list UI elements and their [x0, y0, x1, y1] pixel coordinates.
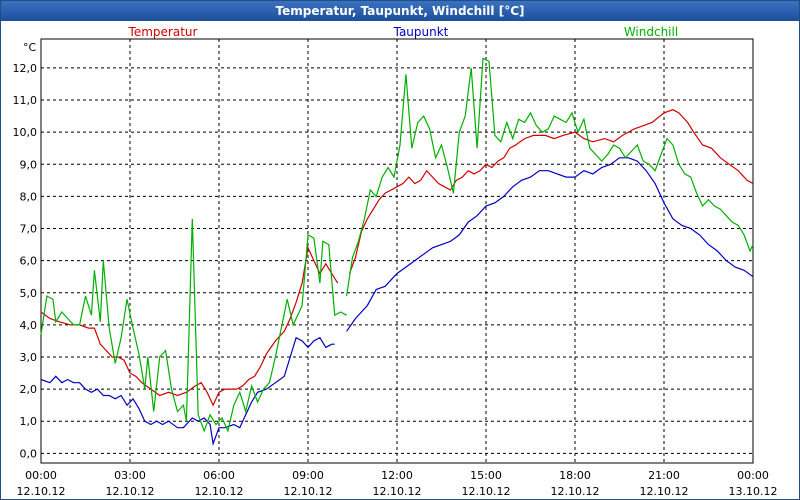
x-tick-label-date: 12.10.12	[462, 485, 511, 498]
x-tick-label-date: 12.10.12	[106, 485, 155, 498]
x-tick-label-date: 13.10.12	[729, 485, 778, 498]
y-tick-label: 3,0	[20, 351, 38, 364]
x-tick-label-time: 21:00	[648, 469, 680, 482]
x-tick-label-date: 12.10.12	[640, 485, 689, 498]
y-tick-label: 8,0	[20, 190, 38, 203]
y-tick-label: 10,0	[13, 126, 38, 139]
y-tick-label: 5,0	[20, 287, 38, 300]
x-tick-label-date: 12.10.12	[284, 485, 333, 498]
x-tick-label-time: 09:00	[292, 469, 324, 482]
y-tick-label: 7,0	[20, 223, 38, 236]
y-tick-label: 2,0	[20, 383, 38, 396]
y-tick-label: 4,0	[20, 319, 38, 332]
x-tick-label-date: 12.10.12	[551, 485, 600, 498]
x-tick-label-date: 12.10.12	[373, 485, 422, 498]
chart-area: 0,0 1,0 2,0 3,0 4,0 5,0 6,0 7,0 8,0 9,0 10,0 11,0 12…	[13, 25, 778, 498]
legend-item-taupunkt: Taupunkt	[393, 25, 449, 39]
x-tick-label-time: 00:00	[737, 469, 769, 482]
y-axis-unit-label: °C	[23, 41, 37, 54]
x-tick-label-date: 12.10.12	[195, 485, 244, 498]
y-tick-label: 6,0	[20, 255, 38, 268]
x-tick-label-time: 03:00	[114, 469, 146, 482]
x-tick-label-time: 12:00	[381, 469, 413, 482]
x-tick-label-time: 00:00	[25, 469, 57, 482]
y-tick-label: 0,0	[20, 447, 38, 460]
y-tick-label: 1,0	[20, 415, 38, 428]
chart-window: Temperatur, Taupunkt, Windchill [°C] 0,0…	[0, 0, 800, 500]
y-tick-label: 11,0	[13, 94, 38, 107]
x-tick-label-time: 15:00	[470, 469, 502, 482]
x-tick-label-time: 18:00	[559, 469, 591, 482]
y-tick-label: 12,0	[13, 62, 38, 75]
x-tick-label-date: 12.10.12	[17, 485, 66, 498]
legend-item-temperatur: Temperatur	[128, 25, 198, 39]
y-tick-label: 9,0	[20, 158, 38, 171]
legend-item-windchill: Windchill	[624, 25, 678, 39]
x-tick-label-time: 06:00	[203, 469, 235, 482]
